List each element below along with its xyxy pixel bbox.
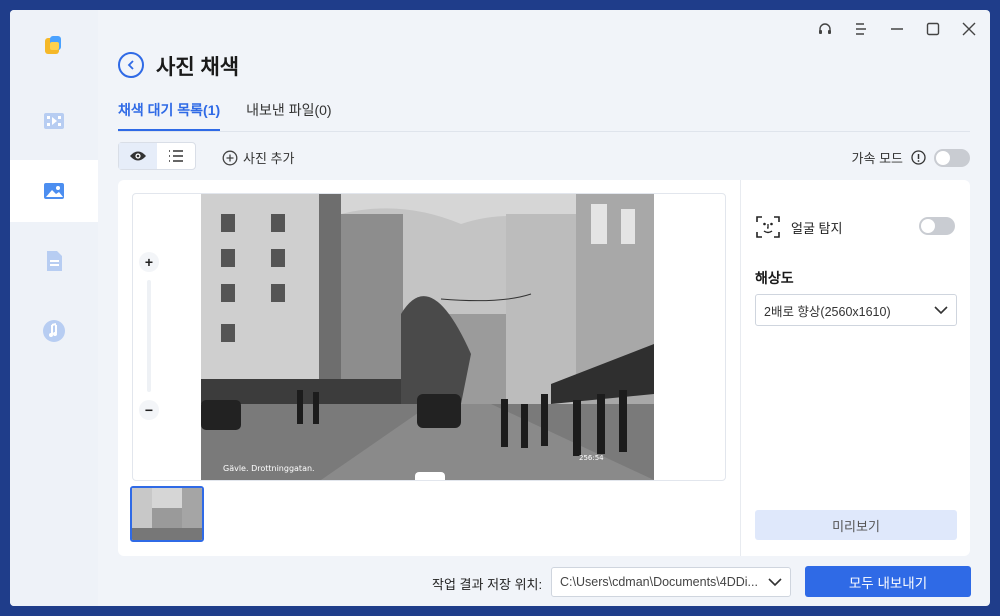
view-toggle — [118, 142, 196, 170]
chevron-down-icon — [934, 306, 948, 315]
save-location-label: 작업 결과 저장 위치: — [432, 577, 543, 592]
accel-mode-label: 가속 모드 — [851, 151, 903, 166]
tab-queue[interactable]: 채색 대기 목록(1) — [118, 100, 221, 132]
face-detect-toggle[interactable] — [919, 217, 955, 235]
maximize-icon[interactable] — [922, 18, 944, 40]
menu-icon[interactable] — [850, 18, 872, 40]
back-button[interactable] — [118, 52, 144, 78]
thumbnail[interactable] — [130, 486, 204, 542]
save-path-value: C:\Users\cdman\Documents\4DDi... — [560, 575, 758, 589]
zoom-control: + − — [139, 252, 159, 422]
zoom-slider[interactable] — [147, 280, 151, 392]
chevron-left-icon — [127, 60, 134, 70]
resolution-value: 2배로 향상(2560x1610) — [764, 304, 891, 319]
face-scan-icon — [756, 216, 780, 238]
chevron-down-icon — [768, 578, 782, 587]
sidebar-item-music[interactable] — [10, 300, 98, 362]
document-icon — [47, 251, 62, 271]
plus-circle-icon — [222, 150, 238, 165]
image-icon — [44, 183, 64, 199]
zoom-in-button[interactable]: + — [139, 252, 159, 272]
save-path-select[interactable]: C:\Users\cdman\Documents\4DDi... — [551, 567, 791, 597]
export-all-button[interactable]: 모두 내보내기 — [805, 566, 971, 597]
sidebar-item-photo[interactable] — [10, 160, 98, 222]
add-photo-label: 사진 추가 — [243, 151, 295, 166]
sidebar-item-video[interactable] — [10, 90, 98, 152]
collapse-handle[interactable] — [415, 472, 445, 480]
page-title: 사진 채색 — [156, 56, 240, 79]
accel-mode-toggle[interactable] — [934, 148, 970, 167]
eye-icon — [130, 151, 146, 161]
photo-caption-right: 256:54 — [579, 454, 604, 462]
list-icon — [169, 150, 183, 162]
minimize-icon[interactable] — [886, 18, 908, 40]
image-preview-area: + − Gävle. Drottninggatan. 256:54 — [132, 193, 726, 481]
info-icon[interactable] — [911, 150, 926, 165]
preview-button[interactable]: 미리보기 — [755, 510, 957, 540]
tab-divider — [118, 131, 970, 132]
music-icon — [43, 320, 65, 342]
preview-view-button[interactable] — [119, 143, 157, 169]
window-controls — [814, 18, 980, 40]
add-photo-button[interactable]: 사진 추가 — [222, 148, 294, 167]
tab-bar: 채색 대기 목록(1) 내보낸 파일(0) — [118, 100, 332, 132]
resolution-select[interactable]: 2배로 향상(2560x1610) — [755, 294, 957, 326]
photo-caption-left: Gävle. Drottninggatan. — [223, 464, 315, 473]
video-icon — [44, 113, 64, 129]
app-window: 사진 채색 채색 대기 목록(1) 내보낸 파일(0) 사진 추가 가속 모드 … — [10, 10, 990, 606]
sidebar-item-document[interactable] — [10, 230, 98, 292]
close-icon[interactable] — [958, 18, 980, 40]
main-panel: + − Gävle. Drottninggatan. 256:54 얼굴 탐지 … — [118, 180, 970, 556]
accel-mode: 가속 모드 — [852, 148, 970, 167]
list-view-button[interactable] — [157, 143, 195, 169]
settings-pane: 얼굴 탐지 해상도 2배로 향상(2560x1610) 미리보기 — [740, 180, 971, 556]
app-logo — [42, 34, 64, 56]
sidebar — [10, 10, 98, 606]
zoom-out-button[interactable]: − — [139, 400, 159, 420]
preview-photo: Gävle. Drottninggatan. 256:54 — [201, 194, 654, 480]
face-detect-row: 얼굴 탐지 — [755, 214, 842, 240]
headset-icon[interactable] — [814, 18, 836, 40]
tab-exported[interactable]: 내보낸 파일(0) — [246, 100, 331, 132]
face-detect-label: 얼굴 탐지 — [791, 220, 843, 236]
resolution-label: 해상도 — [755, 270, 794, 286]
thumbnail-image — [132, 488, 202, 540]
